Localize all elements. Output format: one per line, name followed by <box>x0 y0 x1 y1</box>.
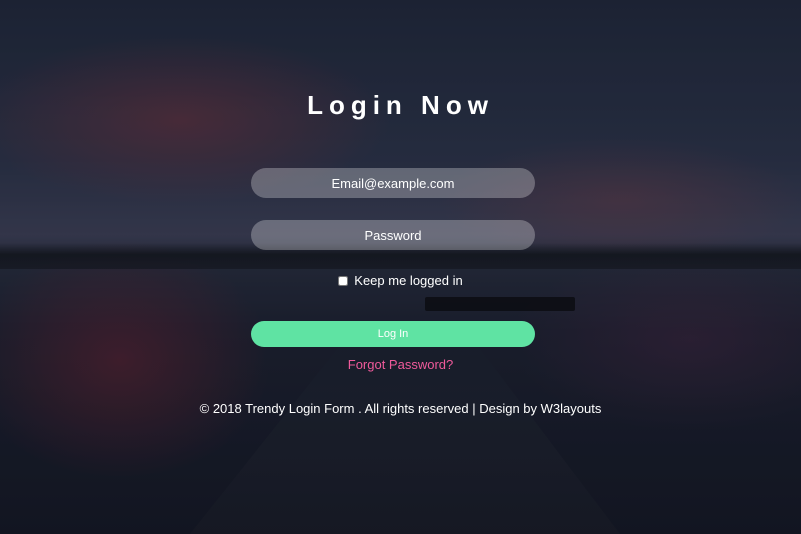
page-title: Login Now <box>307 90 494 120</box>
email-input[interactable] <box>251 168 535 198</box>
forgot-password-row: Forgot Password? <box>0 357 801 372</box>
remember-checkbox[interactable] <box>338 275 349 286</box>
remember-label: Keep me logged in <box>354 273 463 288</box>
forgot-password-link[interactable]: Forgot Password? <box>348 357 454 372</box>
background-image <box>0 0 801 534</box>
background-overlay <box>0 0 801 534</box>
login-button[interactable]: Log In <box>251 321 535 347</box>
footer-text: © 2018 Trendy Login Form . All rights re… <box>199 401 602 416</box>
password-input[interactable] <box>251 220 535 250</box>
remember-me[interactable]: Keep me logged in <box>0 273 801 288</box>
